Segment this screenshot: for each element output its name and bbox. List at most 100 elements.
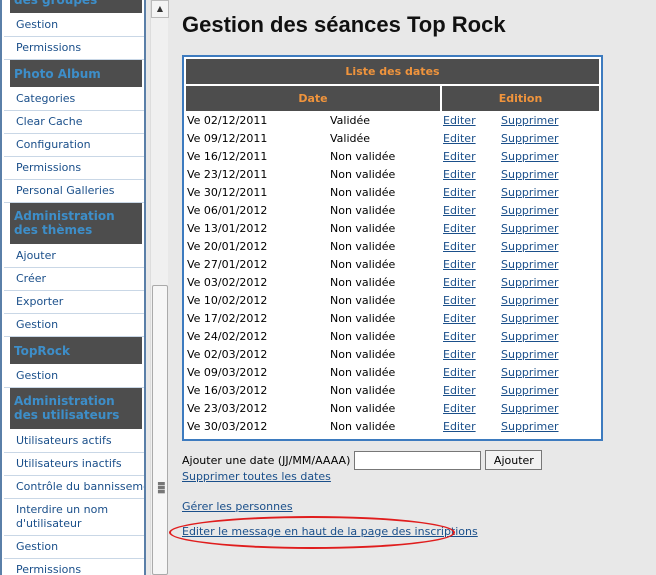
table-row: Ve 17/02/2012 Non validée Editer Supprimer bbox=[184, 310, 601, 328]
edit-link[interactable]: Editer bbox=[443, 346, 476, 364]
row-status: Non validée bbox=[330, 168, 396, 181]
admin-sidebar: des groupes Gestion Permissions Photo Album… bbox=[0, 0, 146, 575]
row-status: Non validée bbox=[330, 294, 396, 307]
row-date: Ve 30/03/2012 bbox=[187, 420, 268, 433]
delete-link[interactable]: Supprimer bbox=[501, 310, 559, 328]
delete-link[interactable]: Supprimer bbox=[501, 112, 559, 130]
edit-link[interactable]: Editer bbox=[443, 238, 476, 256]
row-status: Non validée bbox=[330, 186, 396, 199]
sidebar-item[interactable]: Gestion bbox=[4, 14, 144, 37]
delete-link[interactable]: Supprimer bbox=[501, 166, 559, 184]
scroll-up-arrow-icon[interactable]: ▲ bbox=[151, 0, 169, 18]
delete-link[interactable]: Supprimer bbox=[501, 238, 559, 256]
row-status: Non validée bbox=[330, 258, 396, 271]
sidebar-item[interactable]: Ajouter bbox=[4, 245, 144, 268]
column-header-edition: Edition bbox=[442, 86, 599, 111]
scroll-thumb[interactable]: ▬ ▬ ▬ bbox=[152, 285, 168, 575]
edit-link[interactable]: Editer bbox=[443, 310, 476, 328]
delete-all-dates-link[interactable]: Supprimer toutes les dates bbox=[182, 470, 331, 483]
delete-link[interactable]: Supprimer bbox=[501, 202, 559, 220]
sidebar-scrollbar[interactable]: ▲ ▬ ▬ ▬ bbox=[150, 0, 169, 575]
table-row: Ve 16/12/2011 Non validée Editer Supprimer bbox=[184, 148, 601, 166]
table-row: Ve 23/12/2011 Non validée Editer Supprimer bbox=[184, 166, 601, 184]
add-date-label: Ajouter une date (JJ/MM/AAAA) bbox=[182, 453, 351, 467]
sidebar-item[interactable]: Configuration bbox=[4, 134, 144, 157]
sidebar-item[interactable]: Interdire un nom d'utilisateur bbox=[4, 499, 144, 536]
row-date: Ve 02/12/2011 bbox=[187, 114, 268, 127]
delete-link[interactable]: Supprimer bbox=[501, 400, 559, 418]
delete-link[interactable]: Supprimer bbox=[501, 418, 559, 436]
table-row: Ve 02/12/2011 Validée Editer Supprimer bbox=[184, 112, 601, 130]
edit-link[interactable]: Editer bbox=[443, 364, 476, 382]
delete-link[interactable]: Supprimer bbox=[501, 292, 559, 310]
edit-link[interactable]: Editer bbox=[443, 274, 476, 292]
add-date-form: Ajouter une date (JJ/MM/AAAA) Ajouter bbox=[182, 450, 543, 470]
row-status: Non validée bbox=[330, 330, 396, 343]
sidebar-item[interactable]: Exporter bbox=[4, 291, 144, 314]
table-row: Ve 03/02/2012 Non validée Editer Supprimer bbox=[184, 274, 601, 292]
delete-link[interactable]: Supprimer bbox=[501, 130, 559, 148]
table-row: Ve 10/02/2012 Non validée Editer Supprimer bbox=[184, 292, 601, 310]
add-date-button[interactable]: Ajouter bbox=[485, 450, 543, 470]
row-date: Ve 20/01/2012 bbox=[187, 240, 268, 253]
delete-link[interactable]: Supprimer bbox=[501, 148, 559, 166]
table-row: Ve 13/01/2012 Non validée Editer Supprimer bbox=[184, 220, 601, 238]
edit-link[interactable]: Editer bbox=[443, 400, 476, 418]
row-status: Validée bbox=[330, 114, 371, 127]
sidebar-item[interactable]: Gestion bbox=[4, 536, 144, 559]
edit-link[interactable]: Editer bbox=[443, 148, 476, 166]
row-status: Non validée bbox=[330, 384, 396, 397]
sidebar-item[interactable]: Contrôle du bannissement bbox=[4, 476, 144, 499]
delete-link[interactable]: Supprimer bbox=[501, 220, 559, 238]
manage-people-link[interactable]: Gérer les personnes bbox=[182, 500, 293, 513]
sidebar-item[interactable]: Utilisateurs inactifs bbox=[4, 453, 144, 476]
sidebar-item[interactable]: Personal Galleries bbox=[4, 180, 144, 203]
delete-link[interactable]: Supprimer bbox=[501, 346, 559, 364]
table-row: Ve 24/02/2012 Non validée Editer Supprimer bbox=[184, 328, 601, 346]
sidebar-item[interactable]: Permissions bbox=[4, 157, 144, 180]
delete-link[interactable]: Supprimer bbox=[501, 328, 559, 346]
edit-link[interactable]: Editer bbox=[443, 202, 476, 220]
delete-link[interactable]: Supprimer bbox=[501, 382, 559, 400]
row-date: Ve 02/03/2012 bbox=[187, 348, 268, 361]
table-row: Ve 20/01/2012 Non validée Editer Supprimer bbox=[184, 238, 601, 256]
table-header: Date Edition bbox=[186, 86, 599, 111]
edit-link[interactable]: Editer bbox=[443, 256, 476, 274]
sidebar-item[interactable]: Gestion bbox=[4, 314, 144, 337]
edit-link[interactable]: Editer bbox=[443, 112, 476, 130]
delete-link[interactable]: Supprimer bbox=[501, 184, 559, 202]
table-row: Ve 23/03/2012 Non validée Editer Supprimer bbox=[184, 400, 601, 418]
row-status: Non validée bbox=[330, 240, 396, 253]
delete-link[interactable]: Supprimer bbox=[501, 364, 559, 382]
sidebar-item[interactable]: Clear Cache bbox=[4, 111, 144, 134]
edit-link[interactable]: Editer bbox=[443, 382, 476, 400]
edit-link[interactable]: Editer bbox=[443, 184, 476, 202]
row-date: Ve 03/02/2012 bbox=[187, 276, 268, 289]
edit-link[interactable]: Editer bbox=[443, 418, 476, 436]
table-row: Ve 30/03/2012 Non validée Editer Supprimer bbox=[184, 418, 601, 436]
row-status: Non validée bbox=[330, 150, 396, 163]
sidebar-item[interactable]: Permissions bbox=[4, 559, 144, 575]
edit-link[interactable]: Editer bbox=[443, 166, 476, 184]
row-date: Ve 09/12/2011 bbox=[187, 132, 268, 145]
edit-link[interactable]: Editer bbox=[443, 130, 476, 148]
sidebar-item[interactable]: Utilisateurs actifs bbox=[4, 430, 144, 453]
sidebar-section-header: Photo Album bbox=[10, 60, 142, 88]
delete-link[interactable]: Supprimer bbox=[501, 256, 559, 274]
sidebar-item[interactable]: Créer bbox=[4, 268, 144, 291]
sidebar-item[interactable]: Permissions bbox=[4, 37, 144, 60]
table-row: Ve 27/01/2012 Non validée Editer Supprimer bbox=[184, 256, 601, 274]
row-date: Ve 23/03/2012 bbox=[187, 402, 268, 415]
table-row: Ve 30/12/2011 Non validée Editer Supprimer bbox=[184, 184, 601, 202]
row-status: Validée bbox=[330, 132, 371, 145]
sidebar-item[interactable]: Gestion bbox=[4, 365, 144, 388]
edit-link[interactable]: Editer bbox=[443, 292, 476, 310]
sidebar-item[interactable]: Categories bbox=[4, 88, 144, 111]
delete-link[interactable]: Supprimer bbox=[501, 274, 559, 292]
edit-link[interactable]: Editer bbox=[443, 328, 476, 346]
row-date: Ve 27/01/2012 bbox=[187, 258, 268, 271]
row-date: Ve 17/02/2012 bbox=[187, 312, 268, 325]
add-date-input[interactable] bbox=[354, 450, 482, 470]
edit-link[interactable]: Editer bbox=[443, 220, 476, 238]
edit-registration-message-link[interactable]: Editer le message en haut de la page des… bbox=[182, 525, 478, 538]
